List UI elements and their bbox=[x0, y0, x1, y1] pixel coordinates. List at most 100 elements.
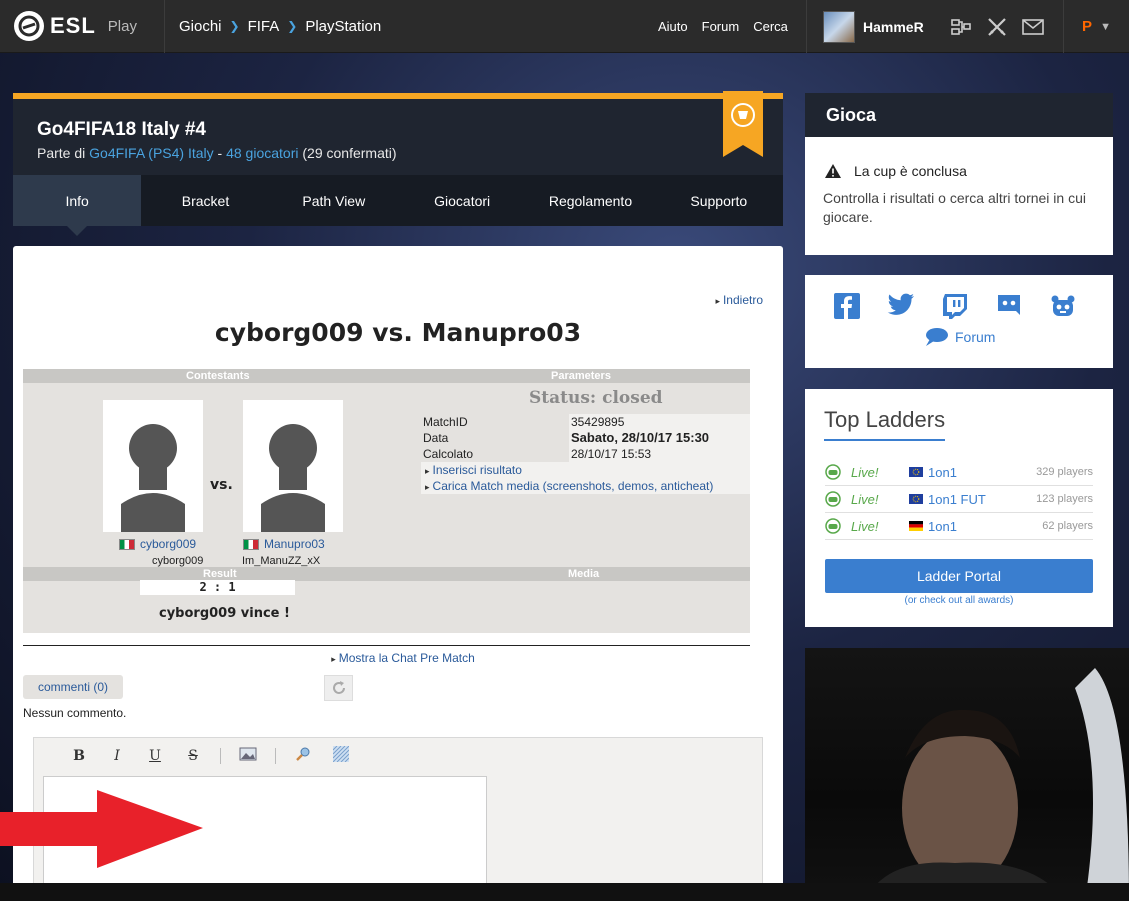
chevron-right-icon: ❯ bbox=[229, 19, 240, 33]
cup-status-description: Controlla i risultati o cerca altri torn… bbox=[823, 190, 1086, 225]
toolbar-separator bbox=[220, 748, 221, 764]
tab-giocatori[interactable]: Giocatori bbox=[398, 175, 526, 226]
live-label: Live! bbox=[851, 518, 879, 534]
bold-button[interactable]: B bbox=[60, 748, 98, 764]
crossed-swords-icon[interactable] bbox=[986, 16, 1008, 38]
player2-avatar[interactable] bbox=[243, 400, 343, 532]
discord-icon[interactable] bbox=[995, 293, 1023, 317]
live-label: Live! bbox=[851, 491, 879, 507]
breadcrumb-playstation[interactable]: PlayStation bbox=[305, 18, 381, 35]
mail-icon[interactable] bbox=[1022, 18, 1044, 35]
player1-name-text[interactable]: cyborg009 bbox=[140, 537, 196, 551]
fifa-ad-banner[interactable] bbox=[805, 648, 1129, 901]
series-link[interactable]: Go4FIFA (PS4) Italy bbox=[89, 145, 214, 161]
player1-name[interactable]: cyborg009 bbox=[119, 537, 196, 551]
back-link[interactable]: Indietro bbox=[715, 293, 763, 307]
player2-name[interactable]: Manupro03 bbox=[243, 537, 325, 551]
forum-link[interactable]: Forum bbox=[923, 327, 995, 347]
play-title: Gioca bbox=[805, 93, 1113, 137]
chat-bubble-icon bbox=[926, 328, 948, 346]
tab-bracket[interactable]: Bracket bbox=[141, 175, 269, 226]
hatch-icon bbox=[332, 745, 350, 763]
link-cerca[interactable]: Cerca bbox=[753, 19, 788, 34]
upload-media-link[interactable]: Carica Match media (screenshots, demos, … bbox=[421, 478, 750, 494]
ladder-row[interactable]: Live! 1on1 329 players bbox=[825, 459, 1093, 486]
twitch-icon[interactable] bbox=[942, 293, 968, 319]
top-links: Aiuto Forum Cerca bbox=[658, 0, 788, 53]
tournament-title: Go4FIFA18 Italy #4 bbox=[37, 119, 206, 140]
player2-name-text[interactable]: Manupro03 bbox=[264, 537, 325, 551]
facebook-icon[interactable] bbox=[834, 293, 860, 319]
italy-flag-icon bbox=[243, 538, 259, 550]
bracket-icon[interactable] bbox=[950, 17, 972, 37]
bottom-bar bbox=[0, 883, 1129, 901]
forum-link-text[interactable]: Forum bbox=[955, 329, 995, 345]
esl-logo[interactable]: ESL Play bbox=[0, 0, 165, 53]
match-title: cyborg009 vs. Manupro03 bbox=[214, 318, 582, 347]
ladder-row[interactable]: Live! 1on1 FUT 123 players bbox=[825, 486, 1093, 513]
eu-flag-icon bbox=[909, 494, 923, 504]
refresh-icon bbox=[332, 681, 345, 694]
breadcrumb: Giochi ❯ FIFA ❯ PlayStation bbox=[165, 18, 381, 35]
gamepad-icon bbox=[825, 518, 841, 534]
italy-flag-icon bbox=[119, 538, 135, 550]
premium-icon: P bbox=[1082, 18, 1093, 35]
ladder-portal-button[interactable]: Ladder Portal bbox=[825, 559, 1093, 593]
social-panel: Forum bbox=[805, 275, 1113, 368]
ladder-name[interactable]: 1on1 FUT bbox=[928, 492, 1036, 507]
match-parameters: MatchID 35429895 Data Sabato, 28/10/17 15:… bbox=[421, 414, 750, 494]
no-comments-text: Nessun commento. bbox=[23, 706, 127, 720]
enter-result-link[interactable]: Inserisci risultato bbox=[421, 462, 750, 478]
community-icon[interactable] bbox=[1050, 293, 1076, 319]
ladder-name[interactable]: 1on1 bbox=[928, 519, 1042, 534]
param-row: Calcolato 28/10/17 15:53 bbox=[421, 446, 750, 462]
comments-tab[interactable]: commenti (0) bbox=[23, 675, 123, 699]
media-label: Media bbox=[568, 568, 600, 580]
breadcrumb-giochi[interactable]: Giochi bbox=[179, 18, 222, 35]
trophy-ribbon-icon bbox=[723, 91, 763, 157]
tournament-subtitle: Parte di Go4FIFA (PS4) Italy - 48 giocat… bbox=[37, 145, 397, 161]
tab-path-view[interactable]: Path View bbox=[270, 175, 398, 226]
italic-button[interactable]: I bbox=[98, 748, 136, 764]
ladder-count: 123 players bbox=[1036, 493, 1093, 505]
pre-match-chat-link[interactable]: Mostra la Chat Pre Match bbox=[13, 651, 783, 665]
tab-info[interactable]: Info bbox=[13, 175, 142, 236]
premium-menu[interactable]: P ▼ bbox=[1063, 0, 1129, 53]
top-icons bbox=[950, 0, 1044, 53]
ladder-name[interactable]: 1on1 bbox=[928, 465, 1036, 480]
refresh-button[interactable] bbox=[324, 675, 353, 701]
link-button[interactable] bbox=[284, 746, 322, 766]
breadcrumb-fifa[interactable]: FIFA bbox=[248, 18, 280, 35]
tab-supporto[interactable]: Supporto bbox=[655, 175, 783, 226]
top-navbar: ESL Play Giochi ❯ FIFA ❯ PlayStation Aiu… bbox=[0, 0, 1129, 53]
logo-text: ESL bbox=[50, 13, 96, 38]
link-aiuto[interactable]: Aiuto bbox=[658, 19, 688, 34]
match-box: Contestants Parameters vs. cyborg009 cyb… bbox=[23, 369, 750, 633]
chevron-down-icon: ▼ bbox=[1100, 20, 1111, 33]
awards-link[interactable]: (or check out all awards) bbox=[805, 595, 1113, 606]
strikethrough-button[interactable]: S bbox=[174, 748, 212, 764]
vs-label: vs. bbox=[210, 477, 233, 493]
tab-regolamento[interactable]: Regolamento bbox=[526, 175, 654, 226]
player1-avatar[interactable] bbox=[103, 400, 203, 532]
spoiler-button[interactable] bbox=[322, 745, 360, 766]
username[interactable]: HammeR bbox=[863, 19, 924, 35]
ladder-row[interactable]: Live! 1on1 62 players bbox=[825, 513, 1093, 540]
player-portrait-image bbox=[865, 668, 1129, 901]
link-forum[interactable]: Forum bbox=[702, 19, 740, 34]
cup-status: La cup è conclusa bbox=[824, 163, 967, 179]
image-button[interactable] bbox=[229, 747, 267, 765]
twitter-icon[interactable] bbox=[887, 293, 915, 317]
players-link[interactable]: 48 giocatori bbox=[226, 145, 298, 161]
confirmed-count: (29 confermati) bbox=[302, 145, 397, 161]
image-icon bbox=[239, 747, 257, 761]
esl-logo-icon bbox=[14, 11, 44, 41]
play-panel: Gioca La cup è conclusa Controlla i risu… bbox=[805, 93, 1113, 255]
avatar[interactable] bbox=[823, 10, 855, 43]
cup-status-text: La cup è conclusa bbox=[854, 163, 967, 179]
chevron-right-icon: ❯ bbox=[287, 19, 298, 33]
underline-button[interactable]: U bbox=[136, 748, 174, 764]
logo-play-text: Play bbox=[107, 17, 137, 35]
user-menu[interactable]: HammeR bbox=[806, 0, 924, 53]
tournament-header: Go4FIFA18 Italy #4 Parte di Go4FIFA (PS4… bbox=[13, 91, 783, 175]
